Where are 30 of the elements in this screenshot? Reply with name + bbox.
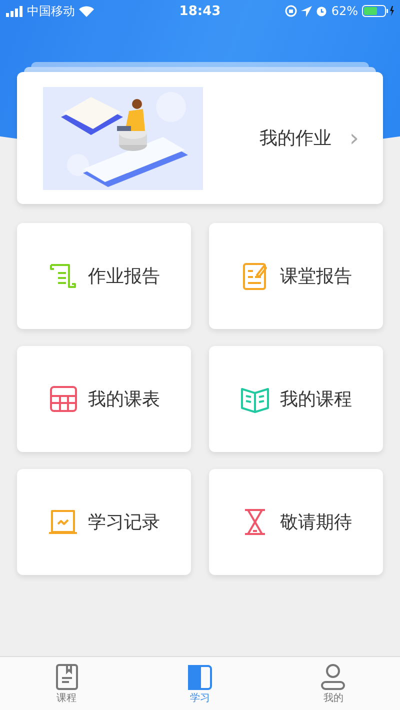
tab-bar-item[interactable]: 课程 bbox=[0, 657, 134, 710]
clock-time: 18:43 bbox=[179, 4, 221, 18]
chevron-icon: › bbox=[349, 126, 359, 150]
menu-tile[interactable]: 我的课表 bbox=[17, 346, 191, 452]
battery-icon bbox=[362, 5, 394, 17]
tab-bar-item[interactable]: 学习 bbox=[133, 657, 267, 710]
card-title: 我的作业 bbox=[259, 127, 332, 150]
menu-tile[interactable]: 学习记录 bbox=[17, 469, 191, 575]
wifi-icon bbox=[79, 6, 94, 16]
tile-label: 课堂报告 bbox=[280, 265, 352, 288]
carrier-name: 中国移动 bbox=[27, 2, 75, 20]
signal-icon bbox=[6, 6, 23, 16]
menu-tile[interactable]: 作业报告 bbox=[17, 223, 191, 329]
tab-bar-item[interactable]: 我的 bbox=[266, 657, 400, 710]
menu-tile[interactable]: 敬请期待 bbox=[209, 469, 383, 575]
tile-label: 学习记录 bbox=[88, 511, 160, 534]
location-arrow-icon bbox=[301, 6, 312, 16]
tile-label: 我的课表 bbox=[88, 388, 160, 411]
tile-label: 作业报告 bbox=[88, 265, 160, 288]
tile-label: 我的课程 bbox=[280, 388, 352, 411]
tile-label: 敬请期待 bbox=[280, 511, 352, 534]
person-icon bbox=[320, 663, 346, 691]
open-book-icon bbox=[186, 663, 213, 691]
alarm-clock-icon bbox=[316, 5, 328, 17]
homework-card[interactable]: 我的作业 › bbox=[17, 72, 383, 204]
menu-tile[interactable]: 课堂报告 bbox=[209, 223, 383, 329]
menu-tile[interactable]: 我的课程 bbox=[209, 346, 383, 452]
rotation-lock-icon bbox=[285, 5, 298, 17]
notebook-icon bbox=[54, 663, 80, 691]
battery-percentage: 62% bbox=[331, 4, 358, 18]
